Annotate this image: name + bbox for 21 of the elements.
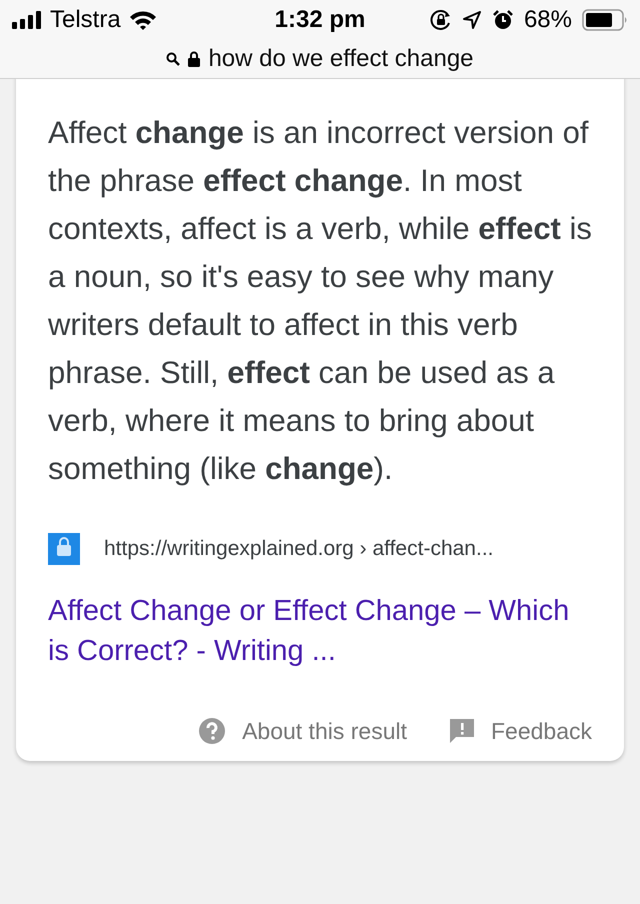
wifi-icon (128, 10, 157, 30)
carrier-name: Telstra (50, 6, 121, 34)
battery-icon (582, 9, 628, 31)
help-icon (198, 717, 226, 745)
about-result-link[interactable]: About this result (198, 717, 407, 745)
result-title-link[interactable]: Affect Change or Effect Change – Which is Correct? - Writing ... (48, 591, 592, 671)
answer-paragraph: Affect change is an incorrect version of the phrase effect change. In most contexts, affect is a verb, while effect is a noun, so it's easy to see why many writers default to affect in this verb phrase. Still, effect can be used as a verb, where it means to bring about something (like change). (48, 114, 593, 488)
rotation-lock-icon (430, 9, 452, 31)
signal-icon (12, 11, 42, 29)
alarm-clock-icon (492, 9, 514, 31)
battery-percent: 68% (524, 6, 572, 34)
status-time: 1:32 pm (274, 6, 366, 34)
site-favicon-icon (48, 533, 80, 565)
feedback-link[interactable]: Feedback (448, 717, 592, 745)
address-bar[interactable]: how do we effect change (0, 40, 640, 78)
location-arrow-icon (462, 10, 482, 30)
search-icon (166, 52, 180, 66)
feedback-icon (448, 718, 475, 744)
result-url: https://writingexplained.org › affect-chan... (104, 537, 494, 561)
search-query: how do we effect change (208, 45, 474, 73)
lock-icon (188, 51, 200, 67)
